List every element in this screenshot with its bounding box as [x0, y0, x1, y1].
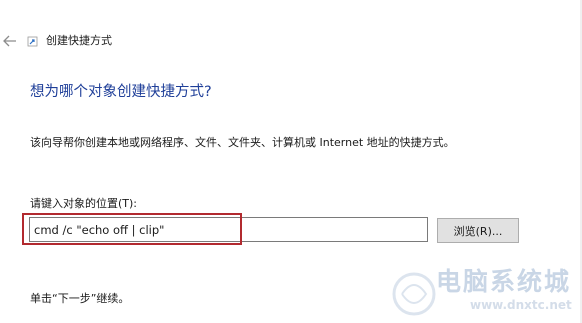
watermark-url: www.dnxtc.net — [470, 298, 572, 312]
window-title-bar: 创建快捷方式 — [26, 34, 112, 48]
back-arrow-icon — [3, 35, 16, 47]
page-heading: 想为哪个对象创建快捷方式? — [30, 84, 212, 100]
back-button[interactable] — [2, 33, 18, 49]
create-shortcut-wizard: 创建快捷方式 想为哪个对象创建快捷方式? 该向导帮你创建本地或网络程序、文件、文… — [0, 0, 582, 323]
location-input[interactable] — [29, 217, 428, 242]
wizard-description: 该向导帮你创建本地或网络程序、文件、文件夹、计算机或 Internet 地址的快… — [30, 136, 455, 149]
footer-instruction: 单击“下一步”继续。 — [30, 292, 130, 305]
location-label: 请键入对象的位置(T): — [30, 197, 138, 210]
shortcut-wizard-icon — [27, 36, 38, 47]
browse-button[interactable]: 浏览(R)... — [437, 218, 519, 243]
watermark-logo — [392, 272, 436, 316]
watermark-text: 电脑系统城 — [436, 267, 572, 296]
window-title: 创建快捷方式 — [46, 34, 112, 47]
